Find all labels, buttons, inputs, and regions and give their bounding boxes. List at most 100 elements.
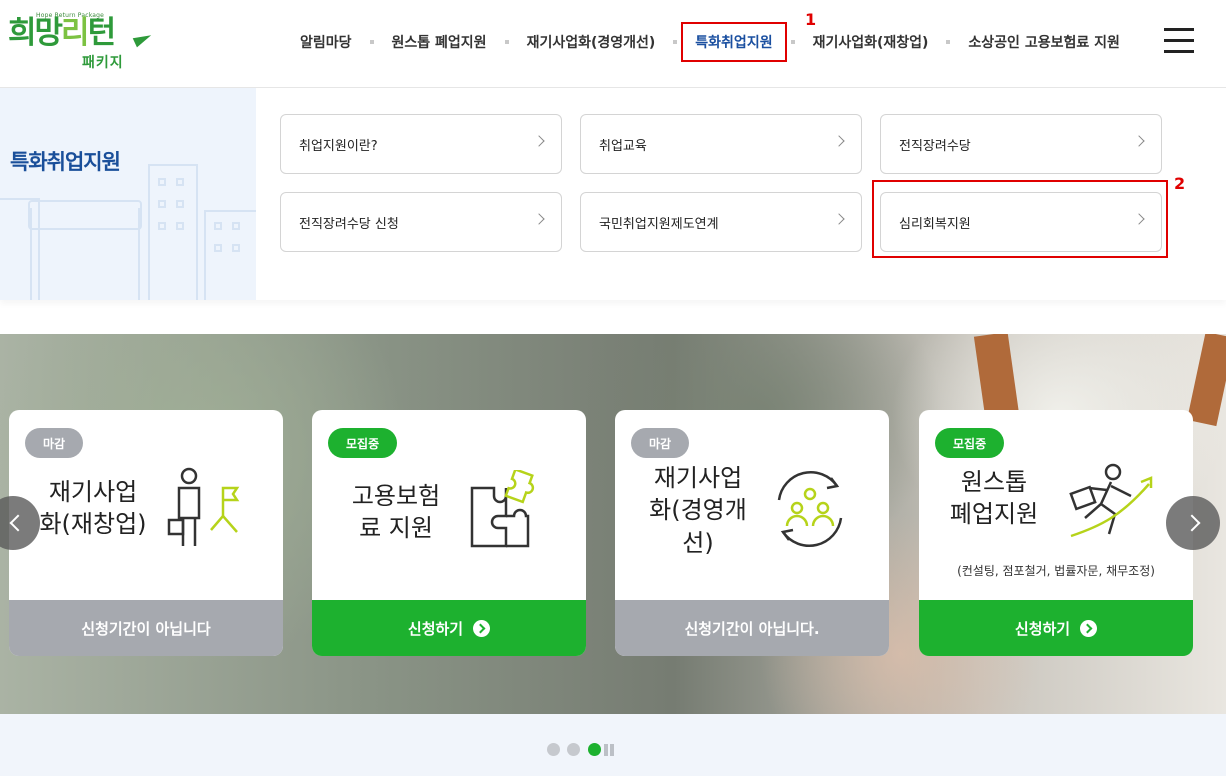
submenu-item-national-employment[interactable]: 국민취업지원제도연계 xyxy=(580,192,862,252)
building-illustration xyxy=(148,164,198,300)
pager-dot[interactable] xyxy=(547,743,560,756)
card-footer-label: 신청기간이 아닙니다. xyxy=(684,619,820,638)
annotation-marker-1: 1 xyxy=(805,10,817,29)
submenu-item-about[interactable]: 취업지원이란? xyxy=(280,114,562,174)
submenu-title: 특화취업지원 xyxy=(10,150,121,174)
logo-package: 패키지 xyxy=(82,55,124,71)
card-footer[interactable]: 신청하기 xyxy=(312,600,586,656)
nav-item-restart-management[interactable]: 재기사업화(경영개선) xyxy=(527,32,656,52)
running-man-icon xyxy=(1069,463,1153,538)
window-illustration xyxy=(158,222,166,230)
nav-separator xyxy=(790,40,795,44)
card-title-line: 재기사업 xyxy=(48,478,138,506)
submenu-panel: 특화취업지원 취업지원이란? 취업교육 전직장려수당 전직장려수당 신청 국민취… xyxy=(0,88,1226,300)
chevron-right-icon xyxy=(833,213,845,225)
program-card-restart-management[interactable]: 마감 재기사업 화(경영개 선) 신청기간이 아닙니다. xyxy=(615,410,889,656)
window-illustration xyxy=(232,244,240,252)
card-title: 재기사업 화(경영개 선) xyxy=(633,462,763,559)
card-title-line: 재기사업 xyxy=(653,464,743,492)
pager-dot-active[interactable] xyxy=(588,743,601,756)
nav-item-restart-startup[interactable]: 재기사업화(재창업) xyxy=(813,32,929,52)
card-title-line: 고용보험 xyxy=(351,482,441,510)
chevron-right-icon xyxy=(533,135,545,147)
card-footer[interactable]: 신청기간이 아닙니다. xyxy=(615,600,889,656)
pager-dot[interactable] xyxy=(567,743,580,756)
submenu-item-label: 전직장려수당 xyxy=(899,138,971,154)
puzzle-icon xyxy=(470,470,535,548)
status-badge: 마감 xyxy=(25,428,84,458)
paper-plane-icon xyxy=(132,30,154,48)
arrow-right-icon xyxy=(1080,619,1098,637)
window-illustration xyxy=(232,222,240,230)
submenu-item-label: 전직장려수당 신청 xyxy=(299,216,399,232)
window-illustration xyxy=(214,244,222,252)
menu-icon[interactable] xyxy=(1164,28,1194,54)
logo-text-a: 희망 xyxy=(8,15,63,51)
nav-item-onestop-closure[interactable]: 원스톱 폐업지원 xyxy=(392,32,487,52)
arrow-right-icon xyxy=(473,619,491,637)
card-footer-label: 신청하기 xyxy=(1014,619,1071,638)
building-illustration xyxy=(204,210,256,300)
slider-next-button[interactable] xyxy=(1166,496,1220,550)
nav-item-employment-insurance[interactable]: 소상공인 고용보험료 지원 xyxy=(968,32,1119,52)
card-footer-label: 신청하기 xyxy=(407,619,464,638)
entrepreneur-flag-icon xyxy=(167,467,240,546)
card-title-line: 원스톱 xyxy=(960,468,1028,496)
card-title-line: 폐업지원 xyxy=(949,500,1039,529)
logo-text-c: 턴 xyxy=(87,15,116,51)
nav-item-notice[interactable]: 알림마당 xyxy=(300,32,352,52)
card-footer[interactable]: 신청기간이 아닙니다 xyxy=(9,600,283,656)
program-card-restart-startup[interactable]: 마감 재기사업 화(재창업) 신청기간이 아닙니다 xyxy=(9,410,283,656)
nav-separator xyxy=(673,40,678,44)
window-illustration xyxy=(158,200,166,208)
team-cycle-icon xyxy=(777,471,843,547)
nav-separator xyxy=(946,40,951,44)
card-title: 재기사업 화(재창업) xyxy=(31,476,155,541)
window-illustration xyxy=(176,222,184,230)
card-title: 원스톱 폐업지원 xyxy=(929,466,1059,531)
nav-separator xyxy=(369,40,374,44)
slider-pager-area xyxy=(0,714,1226,776)
chevron-right-icon xyxy=(1133,135,1145,147)
nav-item-employment-support[interactable]: 특화취업지원 xyxy=(681,22,787,62)
card-note: (컨설팅, 점포철거, 법률자문, 채무조정) xyxy=(957,564,1155,578)
program-card-insurance[interactable]: 모집중 고용보험 료 지원 신청하기 xyxy=(312,410,586,656)
main-nav: 알림마당 원스톱 폐업지원 재기사업화(경영개선) 특화취업지원 재기사업화(재… xyxy=(300,0,1120,84)
window-illustration xyxy=(214,222,222,230)
status-badge: 모집중 xyxy=(935,428,1005,458)
card-footer-label: 신청기간이 아닙니다 xyxy=(81,619,211,638)
submenu-item-label: 국민취업지원제도연계 xyxy=(599,216,719,232)
chevron-right-icon xyxy=(833,135,845,147)
card-title-line: 화(재창업) xyxy=(39,510,147,539)
submenu-side: 특화취업지원 xyxy=(0,88,256,300)
status-badge: 모집중 xyxy=(328,428,398,458)
card-title: 고용보험 료 지원 xyxy=(334,480,458,545)
pause-icon[interactable] xyxy=(610,744,614,756)
submenu-item-label: 취업지원이란? xyxy=(299,138,378,154)
annotation-marker-2: 2 xyxy=(1174,174,1186,193)
logo-text-b: 리 xyxy=(61,15,89,51)
window-illustration xyxy=(176,178,184,186)
program-card-onestop-closure[interactable]: 모집중 원스톱 폐업지원 (컨설팅, 점포철거, 법률자문, 채무조정) 신청하… xyxy=(919,410,1193,656)
chevron-right-icon xyxy=(533,213,545,225)
submenu-item-education[interactable]: 취업교육 xyxy=(580,114,862,174)
logo-text: 희망리턴 xyxy=(8,15,116,51)
status-badge: 마감 xyxy=(631,428,690,458)
nav-separator xyxy=(504,40,509,44)
card-title-line: 선) xyxy=(682,528,714,557)
site-header: Hope Return Package 희망리턴 패키지 알림마당 원스톱 폐업… xyxy=(0,0,1226,88)
background-strap xyxy=(1186,334,1226,427)
card-title-line: 료 지원 xyxy=(359,514,433,543)
annotation-highlight-box xyxy=(872,180,1168,258)
submenu-item-transition-allowance[interactable]: 전직장려수당 xyxy=(880,114,1162,174)
submenu-item-label: 취업교육 xyxy=(599,138,647,154)
awning-illustration xyxy=(28,200,142,230)
window-illustration xyxy=(158,178,166,186)
card-title-line: 화(경영개 xyxy=(649,496,747,525)
card-footer[interactable]: 신청하기 xyxy=(919,600,1193,656)
pause-icon[interactable] xyxy=(604,744,608,756)
site-logo[interactable]: Hope Return Package 희망리턴 패키지 xyxy=(8,12,154,72)
submenu-item-allowance-apply[interactable]: 전직장려수당 신청 xyxy=(280,192,562,252)
hero-slider: 마감 재기사업 화(재창업) 신청기간이 아닙니다 모집중 고용보험 료 지원 … xyxy=(0,334,1226,714)
window-illustration xyxy=(176,200,184,208)
